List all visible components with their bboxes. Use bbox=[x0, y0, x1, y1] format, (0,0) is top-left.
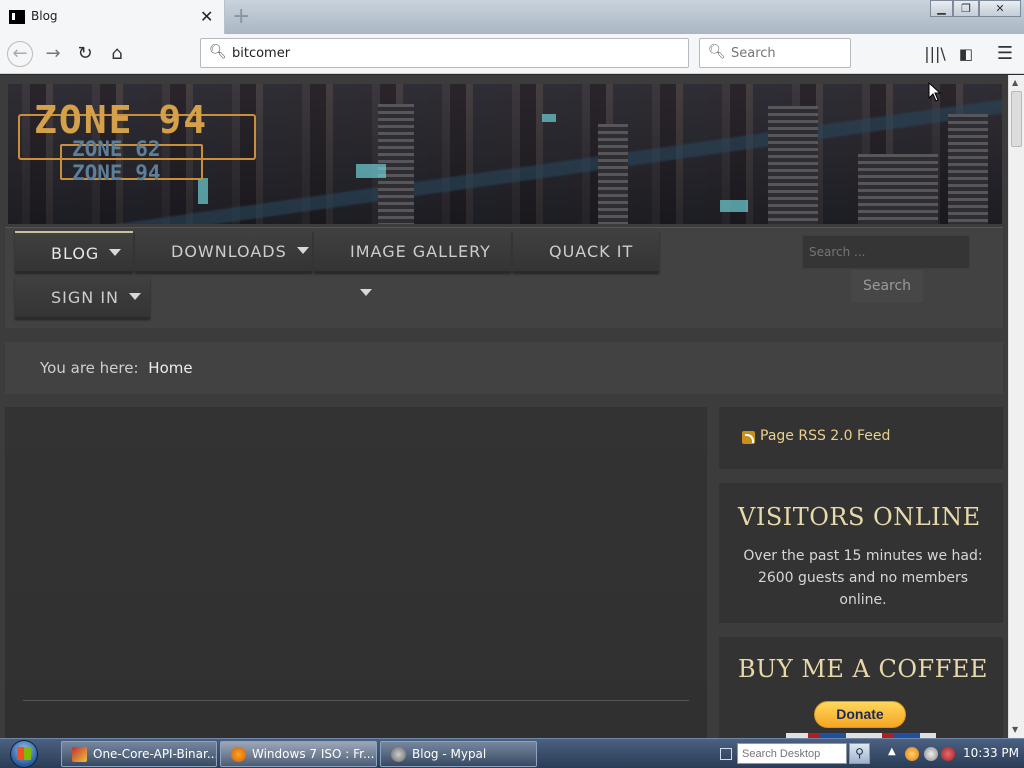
start-button[interactable] bbox=[6, 739, 42, 768]
forward-arrow-icon[interactable]: → bbox=[40, 41, 66, 67]
browser-toolbar: ← → ↻ ⌂ 🔍︎ 🔍︎ |||\ ◧ ☰ bbox=[0, 34, 1024, 74]
window-close-button[interactable]: ✕ bbox=[979, 0, 1021, 17]
nav-item-label: SIGN IN bbox=[51, 288, 120, 307]
page-scrollbar[interactable]: ▲ ▼ bbox=[1008, 75, 1024, 738]
site-logo-sub: ZONE 62 bbox=[72, 137, 161, 161]
window-maximize-button[interactable]: ❐ bbox=[953, 0, 979, 17]
back-arrow-icon[interactable]: ← bbox=[7, 41, 33, 67]
nav-item-label: IMAGE GALLERY bbox=[350, 242, 491, 261]
tray-app-icon[interactable] bbox=[905, 747, 919, 761]
coffee-widget: BUY ME A COFFEE Donate bbox=[719, 637, 1003, 738]
reload-icon[interactable]: ↻ bbox=[72, 41, 98, 67]
browser-tab[interactable]: Blog ✕ bbox=[0, 0, 225, 34]
nav-item-label: QUACK IT bbox=[549, 242, 634, 261]
taskbar-item-label: One-Core-API-Binar... bbox=[93, 747, 217, 761]
nav-item-blog[interactable]: BLOG bbox=[15, 231, 133, 273]
scroll-up-icon[interactable]: ▲ bbox=[1012, 78, 1018, 87]
rss-widget: Page RSS 2.0 Feed bbox=[719, 407, 1003, 469]
address-bar[interactable]: 🔍︎ bbox=[200, 38, 689, 68]
network-icon[interactable] bbox=[924, 747, 938, 761]
search-icon[interactable]: ⚲ bbox=[849, 743, 870, 764]
visitors-widget: VISITORS ONLINE Over the past 15 minutes… bbox=[719, 483, 1003, 623]
breadcrumb: You are here: Home bbox=[5, 342, 1003, 394]
windows-logo-icon bbox=[17, 747, 31, 760]
taskbar-item-archive[interactable]: One-Core-API-Binar... bbox=[61, 741, 217, 767]
home-icon[interactable]: ⌂ bbox=[104, 41, 130, 67]
donate-button[interactable]: Donate bbox=[814, 701, 906, 728]
caret-down-icon bbox=[129, 293, 142, 300]
browser-search-bar[interactable]: 🔍︎ bbox=[699, 38, 851, 68]
visitors-text: Over the past 15 minutes we had: 2600 gu… bbox=[743, 548, 983, 608]
nav-item-label: BLOG bbox=[51, 244, 100, 263]
archive-app-icon bbox=[72, 747, 87, 762]
tray-expand-icon[interactable]: ▲ bbox=[888, 746, 896, 757]
site-search-input[interactable] bbox=[802, 235, 970, 269]
nav-item-downloads[interactable]: DOWNLOADS bbox=[135, 231, 312, 273]
banner-building bbox=[858, 154, 938, 224]
volume-icon[interactable] bbox=[941, 747, 955, 761]
taskbar-item-label: Windows 7 ISO : Fr... bbox=[252, 747, 375, 761]
scrollbar-thumb[interactable] bbox=[1011, 91, 1022, 147]
main-content bbox=[5, 407, 707, 738]
widget-title: VISITORS ONLINE bbox=[738, 503, 981, 531]
sidebar-toggle-icon[interactable]: ◧ bbox=[953, 41, 979, 67]
caret-down-icon bbox=[360, 289, 372, 296]
nav-item-sign-in[interactable]: SIGN IN bbox=[15, 277, 150, 319]
nav-item-quack-it[interactable]: QUACK IT bbox=[513, 231, 659, 273]
site-nav: BLOG DOWNLOADS IMAGE GALLERY QUACK IT SI… bbox=[5, 227, 1003, 328]
window-minimize-button[interactable]: ▁ bbox=[930, 0, 953, 17]
site-logo[interactable]: ZONE 94 bbox=[34, 98, 208, 142]
taskbar-item-mypal[interactable]: Blog - Mypal bbox=[380, 741, 537, 767]
taskbar-item-firefox[interactable]: Windows 7 ISO : Fr... bbox=[220, 741, 377, 767]
new-tab-button[interactable]: + bbox=[232, 4, 250, 29]
search-icon: 🔍︎ bbox=[708, 44, 726, 60]
site-search-button[interactable]: Search bbox=[851, 270, 923, 302]
site-banner: ZONE 94 ZONE 62 ZONE 94 bbox=[8, 84, 1002, 224]
nav-item-label: DOWNLOADS bbox=[171, 242, 287, 261]
address-input[interactable] bbox=[232, 43, 672, 63]
search-icon: 🔍︎ bbox=[209, 44, 227, 60]
banner-building bbox=[768, 106, 818, 224]
divider bbox=[23, 700, 689, 701]
caret-down-icon bbox=[109, 249, 122, 256]
browser-search-input[interactable] bbox=[731, 44, 846, 63]
library-icon[interactable]: |||\ bbox=[922, 41, 948, 67]
taskbar-clock[interactable]: 10:33 PM bbox=[963, 746, 1019, 760]
mypal-icon bbox=[391, 747, 406, 762]
banner-sign bbox=[198, 178, 208, 204]
scroll-down-icon[interactable]: ▼ bbox=[1012, 725, 1018, 734]
banner-sign bbox=[542, 114, 556, 122]
firefox-icon bbox=[231, 747, 246, 762]
hamburger-menu-icon[interactable]: ☰ bbox=[992, 41, 1018, 67]
breadcrumb-lead: You are here: bbox=[40, 359, 139, 377]
banner-sign bbox=[356, 164, 386, 178]
taskbar: One-Core-API-Binar... Windows 7 ISO : Fr… bbox=[0, 738, 1024, 768]
widget-title: BUY ME A COFFEE bbox=[738, 655, 988, 683]
terminal-favicon-icon bbox=[9, 10, 25, 24]
tab-title: Blog bbox=[31, 9, 58, 23]
breadcrumb-home[interactable]: Home bbox=[148, 359, 192, 377]
nav-item-image-gallery[interactable]: IMAGE GALLERY bbox=[314, 231, 511, 296]
rss-icon bbox=[742, 431, 755, 444]
banner-building bbox=[598, 124, 628, 224]
desktop-toolbar-icon[interactable] bbox=[720, 748, 732, 760]
site-logo-sub: ZONE 94 bbox=[72, 161, 161, 185]
tab-strip: Blog ✕ + ▁ ❐ ✕ bbox=[0, 0, 1024, 34]
caret-down-icon bbox=[296, 247, 309, 254]
banner-building bbox=[948, 114, 988, 224]
banner-sign bbox=[720, 200, 748, 212]
rss-feed-link[interactable]: Page RSS 2.0 Feed bbox=[760, 428, 890, 444]
taskbar-item-label: Blog - Mypal bbox=[412, 747, 487, 761]
close-tab-icon[interactable]: ✕ bbox=[200, 7, 213, 26]
desktop-search-input[interactable] bbox=[737, 743, 847, 764]
web-page: ZONE 94 ZONE 62 ZONE 94 BLOG DOWNLOADS I… bbox=[0, 75, 1008, 738]
